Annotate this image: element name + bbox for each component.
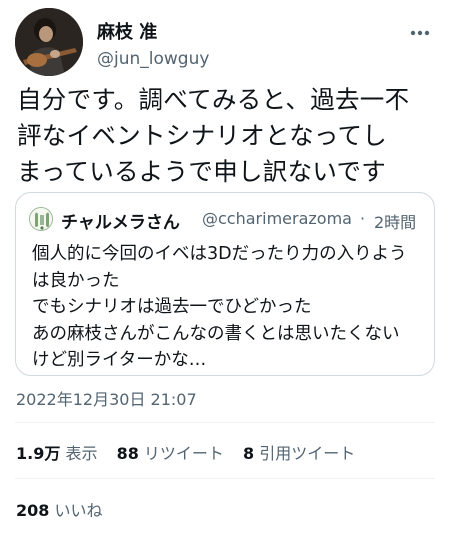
quoted-text-line: は良かった [32, 270, 120, 291]
quoted-tweet-card[interactable]: チャルメラさん @ccharimerazoma · 2時間 個人的に今回のイベは… [15, 192, 435, 376]
likes-label: いいね [54, 501, 103, 520]
quoted-text-line: でもシナリオは過去一でひどかった [32, 297, 312, 317]
quoted-text-line: けど別ライターかな… [32, 350, 207, 370]
likes-stat[interactable]: 208 いいね [16, 497, 103, 521]
divider [15, 478, 435, 479]
retweets-label: リツイート [143, 444, 224, 463]
views-stat[interactable]: 1.9万 表示 [16, 444, 97, 463]
retweets-stat[interactable]: 88 リツイート [117, 444, 224, 463]
views-count: 1.9万 [16, 444, 61, 463]
author-avatar[interactable] [15, 8, 83, 76]
quoted-separator: · [360, 209, 366, 228]
quoted-text-line: 個人的に今回のイベは3Dだったり力の入りよう [32, 244, 407, 264]
quotes-label: 引用ツイート [259, 444, 356, 463]
quoted-author-handle: @ccharimerazoma [202, 209, 352, 228]
more-icon[interactable] [407, 20, 433, 46]
quoted-tweet-text: 個人的に今回のイベは3Dだったり力の入りよう は良かった でもシナリオは過去一で… [32, 241, 424, 374]
quoted-time: 2時間 [374, 213, 417, 232]
likes-count: 208 [16, 501, 50, 520]
views-label: 表示 [65, 444, 98, 463]
quoted-text-line: あの麻枝さんがこんなの書くとは思いたくない [32, 323, 400, 344]
engagement-stats: 1.9万 表示 88 リツイート 8 引用ツイート [16, 440, 369, 464]
author-handle[interactable]: @jun_lowguy [97, 49, 209, 69]
quotes-count: 8 [243, 444, 255, 463]
author-display-name[interactable]: 麻枝 准 [97, 18, 157, 44]
quoted-author-name: チャルメラさん [61, 213, 180, 233]
tweet-text-line: まっているようで申し訳ないです [17, 157, 387, 186]
tweet-text-line: 評なイベントシナリオとなってし [17, 121, 388, 150]
avatar-photo-guitarist [15, 8, 83, 76]
tweet-timestamp[interactable]: 2022年12月30日 21:07 [16, 386, 197, 410]
tweet-text: 自分です。調べてみると、過去一不 評なイベントシナリオとなってし まっているよう… [17, 82, 437, 190]
tweet-text-line: 自分です。調べてみると、過去一不 [17, 85, 410, 114]
tweet-header: 麻枝 准 @jun_lowguy [15, 8, 435, 78]
retweets-count: 88 [116, 444, 139, 463]
quotes-stat[interactable]: 8 引用ツイート [243, 444, 355, 463]
quoted-author-avatar[interactable] [29, 207, 53, 231]
divider [15, 422, 435, 423]
